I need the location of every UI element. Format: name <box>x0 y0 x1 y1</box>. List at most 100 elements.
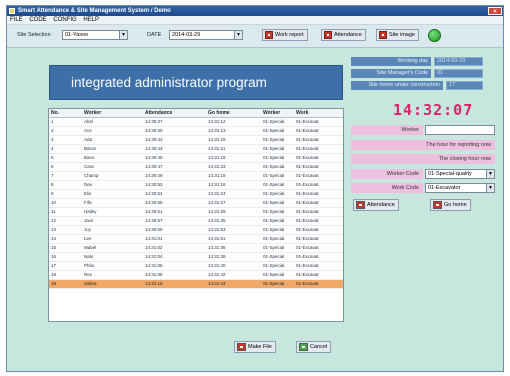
site-image-label: Site image <box>389 32 415 38</box>
table-cell: 01-Special <box>261 243 294 253</box>
table-cell: Abel <box>82 117 143 127</box>
table-cell: 01-Excavat <box>294 180 343 190</box>
go-home-icon <box>433 201 442 209</box>
table-cell: Mabel <box>82 243 143 253</box>
table-cell: Rex <box>82 270 143 280</box>
table-cell: 14:31:12 <box>206 117 261 127</box>
worker-input[interactable] <box>425 125 495 135</box>
image-icon <box>379 31 387 39</box>
table-row[interactable]: 13 Joy 14:30:59 14:31:53 01-Special 01-Excava… <box>49 225 343 235</box>
table-cell: 14:30:56 <box>143 198 206 208</box>
column-header[interactable]: Work <box>294 109 343 118</box>
menu-help[interactable]: HELP <box>83 17 99 23</box>
table-cell: 01-Special <box>261 252 294 262</box>
menu-file[interactable]: FILE <box>10 17 23 23</box>
table-row[interactable]: 18 Rex 14:31:08 14:31:42 01-Special 01-Excava… <box>49 270 343 280</box>
go-home-button[interactable]: Go home <box>430 199 471 211</box>
table-row[interactable]: 7 Champ 14:30:49 14:31:18 01-Special 01-Excav… <box>49 171 343 181</box>
table-cell: 14:30:49 <box>143 171 206 181</box>
table-row[interactable]: 6 Cara 14:30:47 14:31:23 01-Special 01-Excava… <box>49 162 343 172</box>
table-cell: 14:31:27 <box>206 198 261 208</box>
table-cell: 12 <box>49 216 82 226</box>
table-row[interactable]: 14 Lee 14:31:01 14:31:51 01-Special 01-Excava… <box>49 234 343 244</box>
table-cell: 14:31:21 <box>206 144 261 154</box>
table-row[interactable]: 12 Jace 14:30:57 14:31:35 01-Special 01-Excav… <box>49 216 343 226</box>
table-cell: 01-Special <box>261 144 294 154</box>
table-cell: 14:30:51 <box>143 207 206 217</box>
cancel-button[interactable]: Cancel <box>296 341 332 353</box>
close-button[interactable]: × <box>488 7 502 15</box>
site-image-button[interactable]: Site image <box>376 29 419 41</box>
worker-code-combo[interactable]: 01-Special-quality ▼ <box>425 169 495 179</box>
table-row[interactable]: 1 Abel 14:30:37 14:31:12 01-Special 01-Excava… <box>49 117 343 127</box>
attendance-icon <box>324 31 332 39</box>
table-cell: 01-Excavat <box>294 189 343 199</box>
table-row[interactable]: 10 Fifa 14:30:56 14:31:27 01-Special 01-Excav… <box>49 198 343 208</box>
menu-config[interactable]: CONFIG <box>53 17 76 23</box>
site-selection-combo[interactable]: 01-Yasoo ▼ <box>62 30 128 40</box>
menu-code[interactable]: CODE <box>29 17 46 23</box>
column-header[interactable]: No. <box>49 109 82 118</box>
make-file-button[interactable]: Make File <box>234 341 276 353</box>
table-row[interactable]: 15 Mabel 14:31:02 14:31:36 01-Special 01-Exca… <box>49 243 343 253</box>
table-row[interactable]: 2 Ace 14:30:39 14:31:13 01-Special 01-Excavat <box>49 126 343 136</box>
table-cell: 14:30:59 <box>143 225 206 235</box>
dropdown-arrow-icon[interactable]: ▼ <box>486 170 494 178</box>
table-cell: 01-Special <box>261 234 294 244</box>
table-cell: 2 <box>49 126 82 136</box>
table-cell: 01-Excavat <box>294 261 343 271</box>
work-code-value: 01-Excavator <box>428 185 461 191</box>
dropdown-arrow-icon[interactable]: ▼ <box>119 31 127 39</box>
attendance-toolbar-button[interactable]: Attendance <box>321 29 366 41</box>
table-cell: 14:31:18 <box>206 171 261 181</box>
table-row[interactable]: 8 Dex 14:30:53 14:31:16 01-Special 01-Excavat <box>49 180 343 190</box>
column-header[interactable]: Go home <box>206 109 261 118</box>
table-cell: 01-Excavat <box>294 117 343 127</box>
table-cell: 01-Excavat <box>294 153 343 163</box>
work-code-combo[interactable]: 01-Excavator ▼ <box>425 183 495 193</box>
site-selection-value: 01-Yasoo <box>65 32 89 38</box>
status-light-icon <box>428 29 441 42</box>
work-code-label: Work Code <box>351 183 423 193</box>
table-cell: 01-Excavat <box>294 270 343 280</box>
table-row[interactable]: 5 Bano 14:30:45 14:31:18 01-Special 01-Excava… <box>49 153 343 163</box>
table-cell: 14:30:43 <box>143 144 206 154</box>
table-cell: Cara <box>82 162 143 172</box>
table-row[interactable]: 9 Elis 14:30:54 14:31:24 01-Special 01-Excava… <box>49 189 343 199</box>
column-header[interactable]: Worker <box>82 109 143 118</box>
column-header[interactable]: Attendance <box>143 109 206 118</box>
column-header[interactable]: Worker <box>261 109 294 118</box>
file-icon <box>237 343 246 351</box>
table-cell: 14:31:10 <box>143 279 206 289</box>
table-row[interactable]: 16 Nalo 14:31:04 14:31:39 01-Special 01-Excav… <box>49 252 343 262</box>
table-cell: 01-Excavat <box>294 279 343 289</box>
table-row[interactable]: 4 Baron 14:30:43 14:31:21 01-Special 01-Excav… <box>49 144 343 154</box>
site-home-label: Site home under construction <box>351 81 443 90</box>
table-cell: 14:30:42 <box>143 135 206 145</box>
table-cell: 01-Excavat <box>294 207 343 217</box>
table-cell: 14:31:53 <box>206 225 261 235</box>
table-cell: 01-Special <box>261 225 294 235</box>
date-value: 2014-03-29 <box>172 32 201 38</box>
table-cell: Joy <box>82 225 143 235</box>
date-combo[interactable]: 2014-03-29 ▼ <box>169 30 243 40</box>
work-report-button[interactable]: Work report <box>262 29 308 41</box>
attendance-table: No. Worker Attendance Go home Worker Work 1 Ab… <box>48 108 344 322</box>
table-cell: Champ <box>82 171 143 181</box>
worker-code-label: Worker Code <box>351 169 423 179</box>
table-cell: 7 <box>49 171 82 181</box>
attendance-button[interactable]: Attendance <box>353 199 399 211</box>
dropdown-arrow-icon[interactable]: ▼ <box>234 31 242 39</box>
table-row[interactable]: 11 Hailey 14:30:51 14:31:29 01-Special 01-Exc… <box>49 207 343 217</box>
table-cell: 11 <box>49 207 82 217</box>
table-cell: 4 <box>49 144 82 154</box>
table-row[interactable]: 17 Phila 14:31:06 14:31:40 01-Special 01-Exca… <box>49 261 343 271</box>
table-cell: 14:31:08 <box>143 270 206 280</box>
table-row[interactable]: 19 Salina 14:31:10 14:31:44 01-Special 01-Exc… <box>49 279 343 289</box>
table-cell: 01-Special <box>261 207 294 217</box>
cancel-label: Cancel <box>310 344 328 350</box>
table-row[interactable]: 3 Ada 14:30:42 14:31:15 01-Special 01-Excavat <box>49 135 343 145</box>
site-home-value: 17 <box>446 81 483 90</box>
dropdown-arrow-icon[interactable]: ▼ <box>486 184 494 192</box>
table-cell: 14:31:18 <box>206 153 261 163</box>
